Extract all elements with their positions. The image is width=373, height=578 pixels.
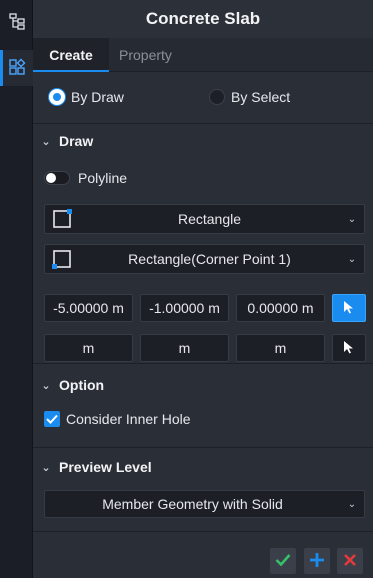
chevron-down-icon: ⌄ <box>41 379 51 392</box>
polyline-label: Polyline <box>78 170 128 186</box>
z-unit-input[interactable]: m <box>236 334 325 362</box>
shape-type-value: Rectangle <box>177 211 242 227</box>
input-mode-section: By Draw By Select <box>33 72 373 124</box>
preview-level-select[interactable]: Member Geometry with Solid ⌄ <box>44 490 365 518</box>
consider-inner-hole-checkbox[interactable] <box>44 411 60 427</box>
option-section: ⌄ Option Consider Inner Hole <box>33 364 373 448</box>
chevron-down-icon: ⌄ <box>347 253 357 265</box>
preview-level-section: ⌄ Preview Level Member Geometry with Sol… <box>33 448 373 532</box>
option-header-label: Option <box>59 377 105 393</box>
x-coordinate-input[interactable]: -5.00000 m <box>44 294 133 322</box>
tab-property[interactable]: Property <box>119 38 172 72</box>
pick-point-button[interactable] <box>332 294 366 322</box>
draw-method-value: Rectangle(Corner Point 1) <box>128 251 291 267</box>
polyline-toggle[interactable] <box>44 171 70 185</box>
polyline-toggle-row: Polyline <box>44 170 127 186</box>
draw-method-select[interactable]: Rectangle(Corner Point 1) ⌄ <box>44 244 365 274</box>
check-icon <box>275 553 291 570</box>
draw-header-label: Draw <box>59 133 94 149</box>
z-coordinate-input[interactable]: 0.00000 m <box>236 294 325 322</box>
y-coordinate-input[interactable]: -1.00000 m <box>140 294 229 322</box>
cursor-arrow-icon <box>343 340 355 357</box>
draw-section-header[interactable]: ⌄ Draw <box>41 133 93 149</box>
by-draw-label: By Draw <box>71 89 124 105</box>
chevron-down-icon: ⌄ <box>41 461 51 474</box>
cursor-arrow-icon <box>343 300 355 317</box>
action-footer <box>33 542 373 578</box>
tab-bar: Create Property <box>33 38 373 72</box>
cancel-button[interactable] <box>337 548 363 574</box>
tree-view-button[interactable] <box>0 4 33 40</box>
plus-icon <box>309 552 325 571</box>
panel-title: Concrete Slab <box>33 0 373 38</box>
consider-inner-hole-row: Consider Inner Hole <box>44 411 191 427</box>
consider-inner-hole-label: Consider Inner Hole <box>66 411 191 427</box>
chevron-down-icon: ⌄ <box>41 135 51 148</box>
grid-icon <box>8 58 26 79</box>
confirm-button[interactable] <box>270 548 296 574</box>
pick-second-point-button[interactable] <box>332 334 366 362</box>
modeling-view-button[interactable] <box>0 50 33 86</box>
chevron-down-icon: ⌄ <box>347 213 357 225</box>
left-rail <box>0 0 33 578</box>
chevron-down-icon: ⌄ <box>347 498 357 510</box>
x-unit-input[interactable]: m <box>44 334 133 362</box>
close-icon <box>343 553 357 570</box>
by-draw-radio[interactable]: By Draw <box>49 89 124 105</box>
add-button[interactable] <box>304 548 330 574</box>
preview-level-value: Member Geometry with Solid <box>102 496 283 512</box>
concrete-slab-panel: Concrete Slab Create Property By Draw By… <box>33 0 373 578</box>
rectangle-shape-icon <box>45 209 79 229</box>
radio-selected-icon <box>49 89 65 105</box>
rectangle-corner-icon <box>45 249 79 269</box>
draw-section: ⌄ Draw Polyline Rectangle ⌄ Rectangle(Co… <box>33 124 373 364</box>
option-section-header[interactable]: ⌄ Option <box>41 377 104 393</box>
y-unit-input[interactable]: m <box>140 334 229 362</box>
tab-create[interactable]: Create <box>33 38 109 72</box>
radio-unselected-icon <box>209 89 225 105</box>
by-select-radio[interactable]: By Select <box>209 89 290 105</box>
shape-type-select[interactable]: Rectangle ⌄ <box>44 204 365 234</box>
tree-icon <box>8 12 26 33</box>
preview-section-header[interactable]: ⌄ Preview Level <box>41 459 152 475</box>
by-select-label: By Select <box>231 89 291 105</box>
preview-header-label: Preview Level <box>59 459 152 475</box>
